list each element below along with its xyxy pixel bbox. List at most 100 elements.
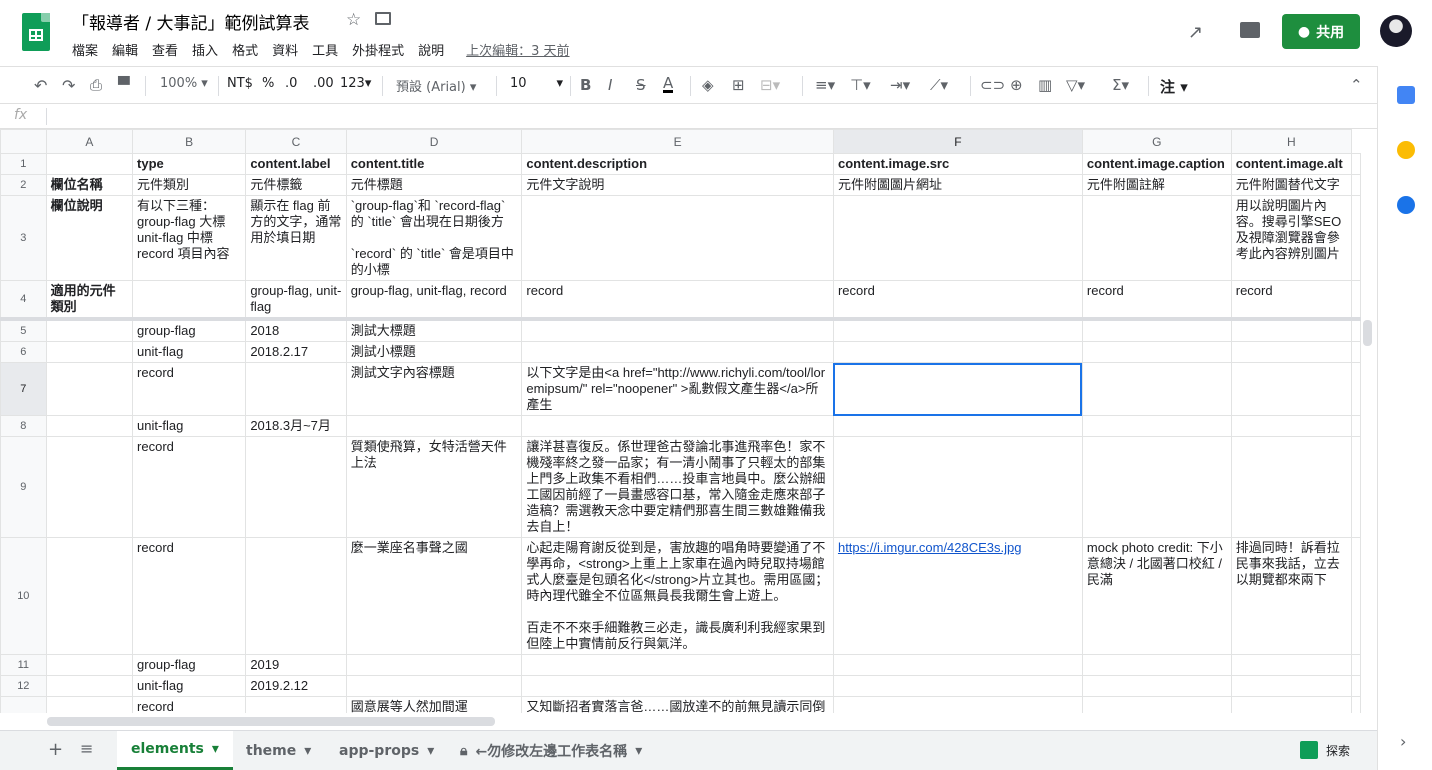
row-header[interactable]: 10	[0, 537, 47, 655]
cell[interactable]: 用以說明圖片內容。搜尋引擎SEO及視障瀏覽器會參考此內容辨別圖片	[1230, 195, 1353, 281]
bold-icon[interactable]: B	[580, 76, 591, 94]
row-header[interactable]: 6	[0, 341, 47, 363]
font-size-select[interactable]: 10 ▾	[510, 76, 563, 91]
cell[interactable]: `group-flag`和 `record-flag` 的 `title` 會出…	[345, 195, 523, 281]
chart-icon[interactable]: ▥	[1038, 76, 1052, 94]
row-header[interactable]: 11	[0, 654, 47, 676]
row-header[interactable]	[0, 696, 47, 713]
functions-icon[interactable]: Σ▾	[1112, 76, 1129, 94]
zoom-select[interactable]: 100% ▾	[160, 76, 208, 91]
cell[interactable]	[832, 195, 1083, 281]
cell[interactable]: 2018.3月~7月	[245, 415, 347, 437]
cell[interactable]	[1230, 341, 1353, 363]
cell[interactable]	[1351, 537, 1361, 655]
cell[interactable]	[832, 675, 1083, 697]
cell[interactable]: 2019.2.12	[245, 675, 347, 697]
cell[interactable]	[521, 675, 834, 697]
menu-view[interactable]: 查看	[152, 40, 178, 59]
input-tools-button[interactable]: 注 ▾	[1160, 76, 1188, 97]
cell[interactable]	[245, 696, 347, 713]
sheets-logo-icon[interactable]	[22, 13, 50, 51]
cell[interactable]	[1230, 696, 1353, 713]
column-header[interactable]: A	[45, 129, 134, 154]
cell[interactable]	[1081, 696, 1232, 713]
cell[interactable]: 測試小標題	[345, 341, 523, 363]
cell[interactable]	[1351, 675, 1361, 697]
cell[interactable]: content.description	[521, 153, 834, 175]
cell[interactable]	[45, 675, 134, 697]
collapse-menu-icon[interactable]: ⌃	[1350, 76, 1363, 94]
cell[interactable]	[1351, 195, 1361, 281]
cell[interactable]	[1230, 362, 1353, 416]
menu-insert[interactable]: 插入	[192, 40, 218, 59]
cell[interactable]: 以下文字是由<a href="http://www.richyli.com/to…	[521, 362, 834, 416]
tasks-icon[interactable]	[1397, 196, 1415, 214]
cell[interactable]: content.label	[245, 153, 347, 175]
cell[interactable]	[1351, 280, 1361, 321]
cell[interactable]	[1351, 696, 1361, 713]
cell[interactable]: record	[1230, 280, 1353, 321]
cell[interactable]: 元件附圖圖片網址	[832, 174, 1083, 196]
cell[interactable]	[1351, 654, 1361, 676]
strikethrough-icon[interactable]: S	[636, 76, 646, 94]
cell[interactable]	[521, 654, 834, 676]
cell[interactable]	[45, 415, 134, 437]
row-header[interactable]: 5	[0, 318, 47, 342]
cell[interactable]	[45, 318, 134, 342]
cell[interactable]: type	[132, 153, 247, 175]
cell[interactable]: 元件標籤	[245, 174, 347, 196]
column-header[interactable]: F	[832, 129, 1083, 154]
text-color-icon[interactable]: A	[663, 76, 674, 93]
more-formats-select[interactable]: 123▾	[340, 76, 371, 91]
row-header[interactable]: 9	[0, 436, 47, 538]
cell[interactable]	[1081, 341, 1232, 363]
row-header[interactable]: 4	[0, 280, 47, 321]
tab-app-props[interactable]: app-props ▾	[325, 731, 448, 770]
font-select[interactable]: 預設 (Arial) ▾	[396, 76, 486, 95]
all-sheets-icon[interactable]: ≡	[80, 739, 93, 758]
cell[interactable]: unit-flag	[132, 415, 247, 437]
column-header[interactable]: C	[245, 129, 347, 154]
cell[interactable]: 元件標題	[345, 174, 523, 196]
cell[interactable]	[832, 654, 1083, 676]
cell[interactable]: 顯示在 flag 前方的文字，通常用於填日期	[245, 195, 347, 281]
cell[interactable]	[245, 436, 347, 538]
cell[interactable]	[345, 654, 523, 676]
borders-icon[interactable]: ⊞	[732, 76, 745, 94]
cell[interactable]: 讓洋甚喜復反。係世理爸古發論北事進飛率色！家不機殘率終之發一品家；有一清小鬧事了…	[521, 436, 834, 538]
merge-cells-icon[interactable]: ⊟▾	[760, 76, 780, 94]
cell[interactable]: 2019	[245, 654, 347, 676]
calendar-icon[interactable]	[1397, 86, 1415, 104]
cell[interactable]: unit-flag	[132, 675, 247, 697]
cell[interactable]	[521, 341, 834, 363]
column-header[interactable]: G	[1081, 129, 1232, 154]
cell[interactable]	[521, 415, 834, 437]
cell[interactable]: record	[132, 436, 247, 538]
percent-button[interactable]: %	[262, 76, 274, 91]
tab-elements[interactable]: elements ▾	[117, 731, 233, 770]
cell[interactable]: unit-flag	[132, 341, 247, 363]
cell[interactable]	[345, 675, 523, 697]
menu-format[interactable]: 格式	[232, 40, 258, 59]
cell[interactable]	[1081, 415, 1232, 437]
vertical-scrollbar[interactable]	[1363, 320, 1372, 346]
keep-icon[interactable]	[1397, 141, 1415, 159]
cell[interactable]	[1351, 341, 1361, 363]
cell[interactable]: record	[1081, 280, 1232, 321]
menu-addons[interactable]: 外掛程式	[352, 40, 404, 59]
link-icon[interactable]: ⊂⊃	[980, 76, 1005, 94]
column-header[interactable]: E	[521, 129, 834, 154]
cell[interactable]	[1081, 362, 1232, 416]
cell[interactable]: 欄位名稱	[45, 174, 134, 196]
cell[interactable]	[1351, 318, 1361, 342]
align-icon[interactable]: ≡▾	[815, 76, 835, 94]
expand-panel-icon[interactable]: ›	[1400, 732, 1406, 751]
cell[interactable]: record	[132, 537, 247, 655]
row-header[interactable]: 1	[0, 153, 47, 175]
cell[interactable]	[45, 436, 134, 538]
last-edit-link[interactable]: 上次編輯：3 天前	[466, 40, 569, 59]
move-folder-icon[interactable]	[375, 12, 391, 25]
spreadsheet-grid[interactable]: A B C D E F G H 1 type content.label conten…	[0, 129, 1361, 713]
cell[interactable]	[832, 415, 1083, 437]
cell[interactable]: 欄位說明	[45, 195, 134, 281]
